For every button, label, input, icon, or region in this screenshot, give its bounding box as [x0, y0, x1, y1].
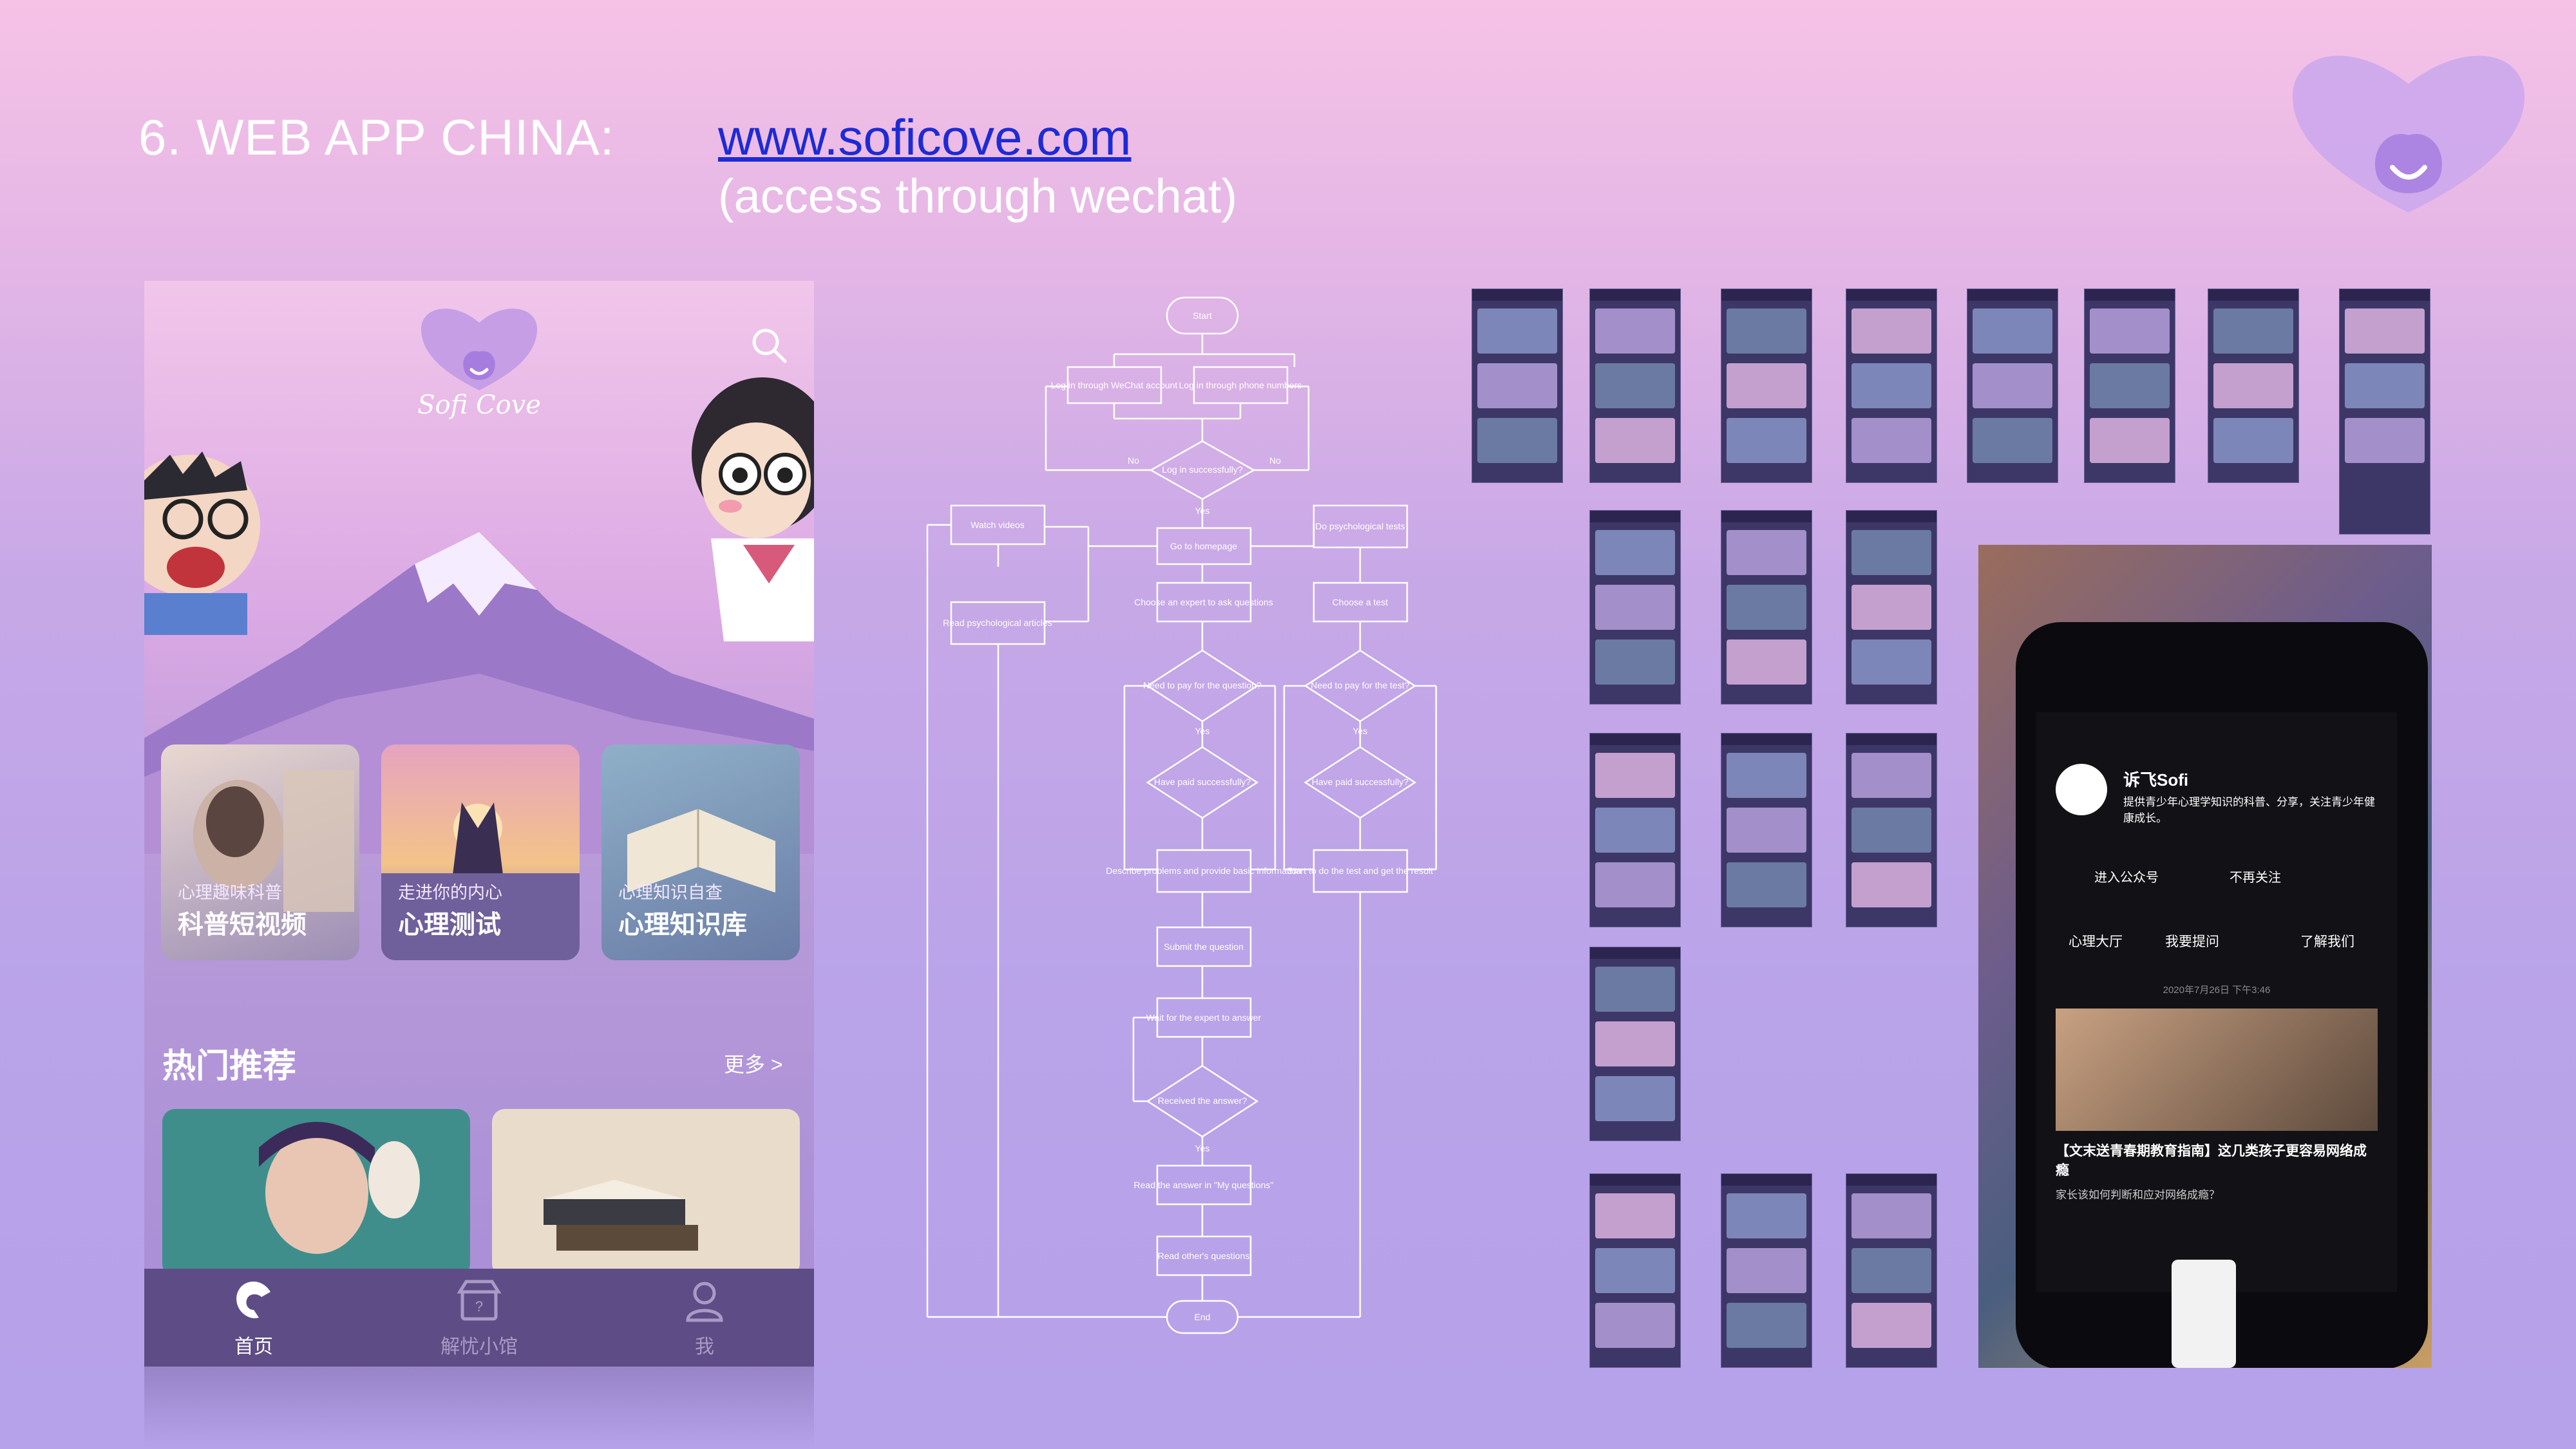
- unfollow-button[interactable]: 不再关注: [2230, 867, 2281, 886]
- flow-node-describe: Describe problems and provide basic info…: [1106, 866, 1301, 876]
- more-link[interactable]: 更多 >: [724, 1048, 783, 1078]
- account-name: 诉飞Sofi: [2123, 770, 2189, 790]
- section-title: 热门推荐: [162, 1048, 297, 1085]
- app-brand-name: Sofi Cove: [417, 390, 541, 420]
- article-headline[interactable]: 【文末送青春期教育指南】这几类孩子更容易网络成瘾: [2056, 1141, 2378, 1179]
- flow-node-wait: Wait for the expert to answer: [1146, 1012, 1262, 1023]
- tab-profile[interactable]: 我: [640, 1275, 769, 1359]
- wechat-phone-photo: 诉飞Sofi 提供青少年心理学知识的科普、分享，关注青少年健康成长。 进入公众号…: [1978, 545, 2432, 1368]
- app-screen-thumbnail: [1472, 289, 1563, 483]
- store-icon: ?: [457, 1280, 502, 1321]
- mockup-reflection: [144, 1367, 814, 1449]
- flow-node-watch-videos: Watch videos: [971, 520, 1025, 530]
- flow-no-label: No: [1128, 455, 1139, 466]
- flow-node-read-answer: Read the answer in "My questions": [1134, 1180, 1274, 1190]
- app-screen-thumbnail: [2084, 289, 2175, 483]
- app-screen-thumbnail: [1846, 733, 1937, 927]
- tab-label: 首页: [234, 1336, 273, 1358]
- card-subtitle: 心理知识自查: [618, 883, 723, 902]
- app-screen-thumbnail: [1721, 510, 1812, 705]
- article-cover-image[interactable]: [2056, 1009, 2378, 1131]
- app-screen-thumbnail: [1967, 289, 2058, 483]
- tab-store[interactable]: ? 解忧小馆: [415, 1275, 544, 1359]
- app-screen-thumbnail: [1846, 510, 1937, 705]
- flow-node-login-wechat: Log in through WeChat account: [1051, 380, 1178, 390]
- flow-node-received: Received the answer?: [1158, 1095, 1247, 1106]
- tab-label: 我: [695, 1336, 714, 1358]
- flow-node-login-phone: Log in through phone numbers: [1179, 380, 1302, 390]
- flow-yes-label: Yes: [1195, 506, 1210, 516]
- tab-label: 解忧小馆: [440, 1336, 518, 1358]
- app-screen-thumbnail: [1846, 289, 1937, 483]
- app-screen-thumbnail: [1846, 1173, 1937, 1368]
- app-screen-thumbnail: [1721, 289, 1812, 483]
- app-screen-thumbnail: [1589, 733, 1681, 927]
- flow-node-start: Start: [1193, 310, 1212, 321]
- card-title: 科普短视频: [178, 911, 307, 939]
- menu-item[interactable]: 了解我们: [2300, 931, 2354, 951]
- flow-node-login-ok: Log in successfully?: [1162, 464, 1243, 475]
- flow-node-pay-question: Need to pay for the question?: [1143, 680, 1262, 690]
- flow-node-read-others: Read other's questions: [1158, 1251, 1250, 1261]
- app-logo-icon: [421, 308, 537, 390]
- svg-text:?: ?: [475, 1298, 483, 1314]
- account-description: 提供青少年心理学知识的科普、分享，关注青少年健康成长。: [2123, 796, 2375, 824]
- search-icon[interactable]: [746, 323, 791, 368]
- enter-account-button[interactable]: 进入公众号: [2094, 867, 2159, 886]
- app-screen-thumbnail: [2339, 289, 2430, 535]
- feature-card-tests[interactable]: 走进你的内心 心理测试: [381, 744, 580, 960]
- person-photo: [259, 1122, 420, 1254]
- app-screen-thumbnail: [1589, 289, 1681, 483]
- app-home-mockup: Sofi Cove 心理趣味科普 科普短视频 走进你的内心 心理测试 心理知识自…: [144, 281, 814, 1367]
- flow-node-choose-expert: Choose an expert to ask questions: [1134, 597, 1273, 607]
- app-screen-thumbnail: [1721, 1173, 1812, 1368]
- access-note: (access through wechat): [718, 169, 1238, 223]
- home-icon: [236, 1282, 270, 1318]
- feature-card-videos[interactable]: 心理趣味科普 科普短视频: [161, 744, 359, 960]
- flow-node-read-articles: Read psychological articles: [943, 618, 1052, 628]
- card-title: 心理知识库: [618, 911, 747, 939]
- bottom-tab-bar: 首页 ? 解忧小馆 我: [144, 1269, 814, 1367]
- card-subtitle: 心理趣味科普: [178, 883, 282, 902]
- flow-no-label: No: [1269, 455, 1281, 466]
- account-avatar: [2056, 764, 2107, 815]
- menu-item[interactable]: 心理大厅: [2069, 931, 2123, 951]
- books-photo: [544, 1180, 698, 1251]
- flow-node-paid-test: Have paid successfully?: [1312, 777, 1408, 787]
- recommendation-card[interactable]: [492, 1109, 800, 1276]
- flow-node-psych-tests: Do psychological tests: [1315, 521, 1405, 531]
- heart-logo-icon: [2293, 55, 2524, 213]
- wechat-account-screen: 诉飞Sofi 提供青少年心理学知识的科普、分享，关注青少年健康成长。 进入公众号…: [2036, 712, 2397, 1292]
- flow-node-submit: Submit the question: [1164, 942, 1244, 952]
- message-date: 2020年7月26日 下午3:46: [2163, 985, 2271, 996]
- flow-node-paid-question: Have paid successfully?: [1154, 777, 1251, 787]
- app-screen-thumbnail: [1589, 510, 1681, 705]
- article-summary: 家长该如何判断和应对网络成瘾？: [2056, 1189, 2220, 1201]
- website-link[interactable]: www.soficove.com: [718, 108, 1132, 167]
- app-screen-thumbnail: [1721, 733, 1812, 927]
- flow-yes-label: Yes: [1195, 726, 1210, 736]
- flow-node-choose-test: Choose a test: [1332, 597, 1388, 607]
- feature-card-knowledge[interactable]: 心理知识自查 心理知识库: [601, 744, 800, 960]
- charging-cable: [2172, 1260, 2236, 1368]
- flow-yes-label: Yes: [1195, 1143, 1210, 1153]
- tab-home[interactable]: 首页: [189, 1275, 318, 1359]
- flow-node-start-test: Start to do the test and get the result: [1287, 866, 1434, 876]
- menu-item[interactable]: 我要提问: [2165, 931, 2219, 951]
- app-screen-thumbnail: [2208, 289, 2299, 483]
- cartoon-girl-illustration: [692, 377, 814, 641]
- profile-icon: [686, 1282, 723, 1322]
- flow-node-pay-test: Need to pay for the test?: [1311, 680, 1410, 690]
- slide-title: 6. WEB APP CHINA:: [138, 109, 615, 166]
- card-title: 心理测试: [398, 911, 501, 939]
- app-screen-thumbnail: [1589, 947, 1681, 1141]
- app-screen-thumbnail: [1589, 1173, 1681, 1368]
- card-subtitle: 走进你的内心: [398, 883, 502, 902]
- flow-node-end: End: [1195, 1312, 1211, 1322]
- flow-yes-label: Yes: [1353, 726, 1368, 736]
- user-flow-diagram: Start Log in through WeChat account Log …: [926, 296, 1437, 1334]
- recommendation-card[interactable]: [162, 1109, 470, 1276]
- flow-node-homepage: Go to homepage: [1170, 541, 1238, 551]
- cartoon-boy-illustration: [144, 451, 260, 635]
